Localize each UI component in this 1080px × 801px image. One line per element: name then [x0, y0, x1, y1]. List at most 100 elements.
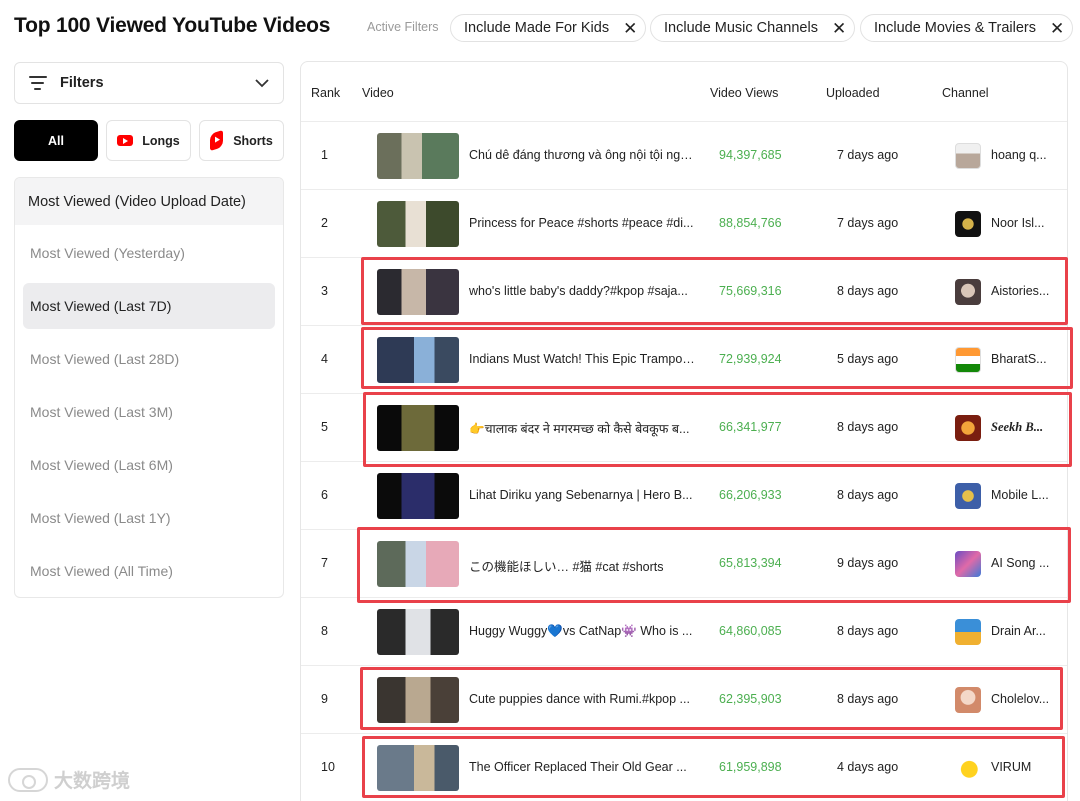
type-longs-button[interactable]: Longs — [106, 120, 191, 161]
type-all-label: All — [48, 133, 64, 148]
video-views: 75,669,316 — [719, 284, 782, 298]
channel-name[interactable]: Seekh B... — [991, 420, 1053, 435]
video-title[interactable]: Chú dê đáng thương và ông nội tội nghiệp — [469, 148, 695, 162]
channel-name[interactable]: Aistories... — [991, 284, 1053, 298]
close-icon[interactable]: ✕ — [623, 20, 637, 37]
video-views: 66,341,977 — [719, 420, 782, 434]
table-row[interactable]: 4 Indians Must Watch! This Epic Trampol.… — [301, 325, 1067, 393]
row-rank: 5 — [321, 420, 328, 434]
uploaded-date: 8 days ago — [837, 284, 899, 298]
video-thumbnail[interactable] — [377, 541, 459, 587]
uploaded-date: 8 days ago — [837, 692, 899, 706]
table-row[interactable]: 8 Huggy Wuggy💙vs CatNap👾 Who is ... 64,8… — [301, 597, 1067, 665]
table-row[interactable]: 10 The Officer Replaced Their Old Gear .… — [301, 733, 1067, 801]
channel-name[interactable]: Noor Isl... — [991, 216, 1053, 230]
video-views: 65,813,394 — [719, 556, 782, 570]
channel-avatar[interactable] — [955, 415, 981, 441]
watermark-logo-icon — [8, 767, 48, 792]
table-row[interactable]: 9 Cute puppies dance with Rumi.#kpop ...… — [301, 665, 1067, 733]
channel-avatar[interactable] — [955, 619, 981, 645]
filter-chip-made-for-kids[interactable]: Include Made For Kids ✕ — [450, 14, 647, 42]
column-header-uploaded[interactable]: Uploaded — [826, 86, 880, 100]
channel-avatar[interactable] — [955, 483, 981, 509]
period-item-last-3m[interactable]: Most Viewed (Last 3M) — [23, 389, 275, 435]
duck-avatar-icon[interactable] — [955, 755, 981, 781]
period-item-all-time[interactable]: Most Viewed (All Time) — [23, 548, 275, 594]
video-thumbnail[interactable] — [377, 609, 459, 655]
video-title[interactable]: Lihat Diriku yang Sebenarnya | Hero B... — [469, 488, 695, 502]
close-icon[interactable]: ✕ — [832, 20, 846, 37]
channel-avatar[interactable] — [955, 551, 981, 577]
video-thumbnail[interactable] — [377, 745, 459, 791]
close-icon[interactable]: ✕ — [1050, 20, 1064, 37]
video-views: 88,854,766 — [719, 216, 782, 230]
type-all-button[interactable]: All — [14, 120, 98, 161]
channel-name[interactable]: BharatS... — [991, 352, 1053, 366]
video-title[interactable]: Huggy Wuggy💙vs CatNap👾 Who is ... — [469, 624, 695, 639]
video-views: 94,397,685 — [719, 148, 782, 162]
table-row[interactable]: 6 Lihat Diriku yang Sebenarnya | Hero B.… — [301, 461, 1067, 529]
channel-name[interactable]: Cholelov... — [991, 692, 1053, 706]
uploaded-date: 4 days ago — [837, 760, 899, 774]
filter-chip-music-channels[interactable]: Include Music Channels ✕ — [650, 14, 856, 42]
channel-name[interactable]: VIRUM — [991, 760, 1053, 774]
video-thumbnail[interactable] — [377, 473, 459, 519]
table-row[interactable]: 2 Princess for Peace #shorts #peace #di.… — [301, 189, 1067, 257]
channel-avatar[interactable] — [955, 143, 981, 169]
video-thumbnail[interactable] — [377, 677, 459, 723]
table-row[interactable]: 7 この機能ほしい… #猫 #cat #shorts 65,813,394 9 … — [301, 529, 1067, 597]
video-thumbnail[interactable] — [377, 201, 459, 247]
video-thumbnail[interactable] — [377, 405, 459, 451]
period-item-last-28d[interactable]: Most Viewed (Last 28D) — [23, 336, 275, 382]
period-item-last-1y[interactable]: Most Viewed (Last 1Y) — [23, 495, 275, 541]
video-title[interactable]: Indians Must Watch! This Epic Trampol... — [469, 352, 695, 366]
video-title[interactable]: この機能ほしい… #猫 #cat #shorts — [469, 556, 695, 575]
row-rank: 10 — [321, 760, 335, 774]
row-rank: 8 — [321, 624, 328, 638]
page-title: Top 100 Viewed YouTube Videos — [14, 14, 331, 37]
video-thumbnail[interactable] — [377, 337, 459, 383]
period-item-last-6m[interactable]: Most Viewed (Last 6M) — [23, 442, 275, 488]
video-thumbnail[interactable] — [377, 133, 459, 179]
uploaded-date: 7 days ago — [837, 148, 899, 162]
video-thumbnail[interactable] — [377, 269, 459, 315]
video-title[interactable]: who's little baby's daddy?#kpop #saja... — [469, 284, 695, 298]
shorts-icon — [210, 129, 224, 152]
uploaded-date: 8 days ago — [837, 624, 899, 638]
type-shorts-button[interactable]: Shorts — [199, 120, 284, 161]
period-item-last-7d[interactable]: Most Viewed (Last 7D) — [23, 283, 275, 329]
channel-name[interactable]: Mobile L... — [991, 488, 1053, 502]
channel-name[interactable]: Drain Ar... — [991, 624, 1053, 638]
india-flag-icon[interactable] — [955, 347, 981, 373]
video-title[interactable]: Princess for Peace #shorts #peace #di... — [469, 216, 695, 230]
row-rank: 9 — [321, 692, 328, 706]
period-item-yesterday[interactable]: Most Viewed (Yesterday) — [23, 230, 275, 276]
column-header-video[interactable]: Video — [362, 86, 394, 100]
channel-avatar[interactable] — [955, 687, 981, 713]
column-header-rank[interactable]: Rank — [311, 86, 340, 100]
filter-chip-label: Include Made For Kids — [464, 20, 610, 36]
filters-dropdown[interactable]: Filters — [14, 62, 284, 104]
table-row[interactable]: 3 who's little baby's daddy?#kpop #saja.… — [301, 257, 1067, 325]
video-title[interactable]: Cute puppies dance with Rumi.#kpop ... — [469, 692, 695, 706]
period-header: Most Viewed (Video Upload Date) — [15, 178, 283, 225]
type-shorts-label: Shorts — [233, 133, 273, 148]
channel-avatar[interactable] — [955, 211, 981, 237]
video-views: 64,860,085 — [719, 624, 782, 638]
row-rank: 6 — [321, 488, 328, 502]
uploaded-date: 8 days ago — [837, 488, 899, 502]
filter-chip-label: Include Music Channels — [664, 20, 818, 36]
channel-name[interactable]: AI Song ... — [991, 556, 1053, 570]
column-header-channel[interactable]: Channel — [942, 86, 989, 100]
table-row[interactable]: 5 👉चालाक बंदर ने मगरमच्छ को कैसे बेवकूफ … — [301, 393, 1067, 461]
channel-avatar[interactable] — [955, 279, 981, 305]
video-views: 72,939,924 — [719, 352, 782, 366]
video-title[interactable]: The Officer Replaced Their Old Gear ... — [469, 760, 695, 774]
videos-table: Rank Video Video Views Uploaded Channel … — [300, 61, 1068, 801]
table-row[interactable]: 1 Chú dê đáng thương và ông nội tội nghi… — [301, 121, 1067, 189]
channel-name[interactable]: hoang q... — [991, 148, 1053, 162]
column-header-views[interactable]: Video Views — [710, 86, 778, 100]
video-title[interactable]: 👉चालाक बंदर ने मगरमच्छ को कैसे बेवकूफ ब.… — [469, 420, 695, 437]
filter-chip-movies-trailers[interactable]: Include Movies & Trailers ✕ — [860, 14, 1074, 42]
video-views: 62,395,903 — [719, 692, 782, 706]
